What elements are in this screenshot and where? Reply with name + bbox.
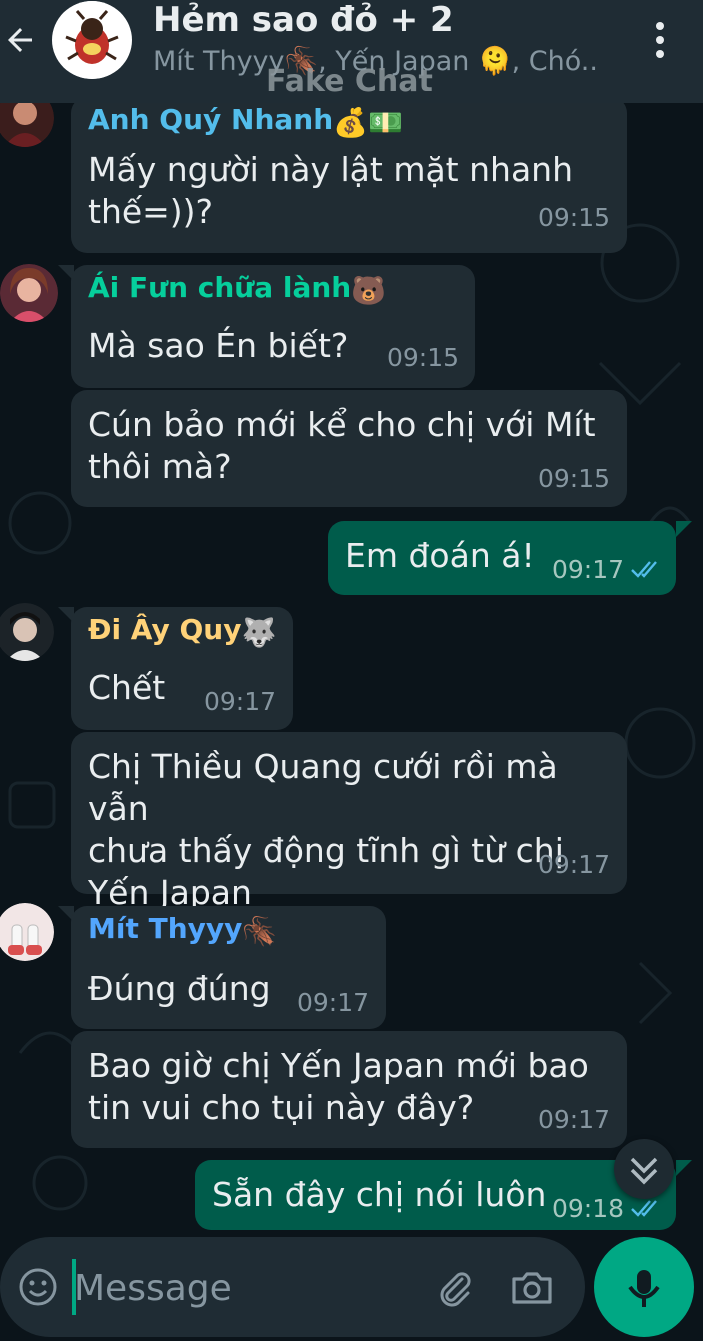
message-text: Chị Thiều Quang cưới rồi mà vẫn chưa thấ… [88, 747, 564, 912]
message-bubble[interactable]: Cún bảo mới kể cho chị với Mít thôi mà? … [71, 390, 627, 507]
more-vertical-icon[interactable] [646, 18, 674, 62]
watermark: Fake Chat [266, 64, 433, 99]
sender-emoji: 💰💵 [333, 106, 403, 139]
message-bubble[interactable]: Chị Thiều Quang cưới rồi mà vẫn chưa thấ… [71, 732, 627, 912]
message-bubble-outgoing[interactable]: Sẵn đây chị nói luôn 09:18 [195, 1160, 676, 1230]
bubble-tail [676, 1160, 692, 1176]
camera-icon[interactable] [510, 1267, 554, 1307]
message-bubble[interactable]: Ái Fưn chữa lành🐻 Mà sao Én biết? 09:15 [71, 265, 475, 388]
group-avatar[interactable] [52, 1, 132, 79]
message-time: 09:15 [387, 343, 460, 372]
message-time: 09:17 [297, 988, 370, 1017]
sender-name[interactable]: Ái Fưn chữa lành🐻 [88, 271, 386, 307]
sender-emoji: 🐻 [351, 274, 387, 307]
message-list[interactable]: Anh Quý Nhanh💰💵 Mấy người này lật mặt nh… [0, 103, 703, 1233]
message-time: 09:17 [538, 1105, 611, 1134]
sender-emoji: 🪳 [242, 915, 278, 948]
message-text: Cún bảo mới kể cho chị với Mít thôi mà? [88, 405, 596, 486]
message-text: Sẵn đây chị nói luôn [212, 1175, 547, 1214]
mic-button[interactable] [594, 1237, 694, 1337]
sender-name[interactable]: Anh Quý Nhanh💰💵 [88, 103, 403, 139]
read-receipt-icon [631, 1200, 657, 1217]
message-input[interactable] [72, 1259, 416, 1317]
message-time: 09:17 [552, 555, 625, 584]
microphone-icon [628, 1270, 660, 1307]
avatar-ai-fun[interactable] [0, 264, 58, 322]
message-time: 09:17 [204, 687, 277, 716]
message-bubble-outgoing[interactable]: Em đoán á! 09:17 [328, 521, 676, 595]
text-caret [72, 1259, 76, 1315]
sender-name[interactable]: Đi Ây Quy🐺 [88, 613, 276, 649]
message-bubble[interactable]: Bao giờ chị Yến Japan mới bao tin vui ch… [71, 1031, 627, 1148]
bubble-tail [676, 521, 692, 537]
message-text: Đúng đúng [88, 969, 271, 1008]
message-text: Mấy người này lật mặt nhanh thế=))? [88, 150, 573, 231]
arrow-left-icon[interactable] [2, 22, 38, 58]
scroll-to-bottom-button[interactable] [614, 1139, 674, 1199]
message-time: 09:15 [538, 464, 611, 493]
chevron-double-down-icon [630, 1157, 658, 1185]
message-bubble[interactable]: Anh Quý Nhanh💰💵 Mấy người này lật mặt nh… [71, 103, 627, 253]
message-bubble[interactable]: Đi Ây Quy🐺 Chết 09:17 [71, 607, 293, 730]
message-composer [0, 1237, 585, 1337]
message-text: Chết [88, 668, 166, 707]
read-receipt-icon [631, 561, 657, 578]
message-bubble[interactable]: Mít Thyyy🪳 Đúng đúng 09:17 [71, 906, 386, 1029]
sender-emoji: 🐺 [241, 616, 277, 649]
paperclip-icon[interactable] [434, 1267, 474, 1307]
message-text: Mà sao Én biết? [88, 326, 349, 365]
chat-title[interactable]: Hẻm sao đỏ + 2 [153, 0, 454, 40]
message-text: Em đoán á! [345, 536, 535, 575]
message-time: 09:15 [538, 203, 611, 232]
message-text: Bao giờ chị Yến Japan mới bao tin vui ch… [88, 1046, 589, 1127]
sender-name[interactable]: Mít Thyyy🪳 [88, 912, 277, 948]
message-time: 09:17 [538, 850, 611, 879]
smiley-icon[interactable] [18, 1267, 58, 1307]
